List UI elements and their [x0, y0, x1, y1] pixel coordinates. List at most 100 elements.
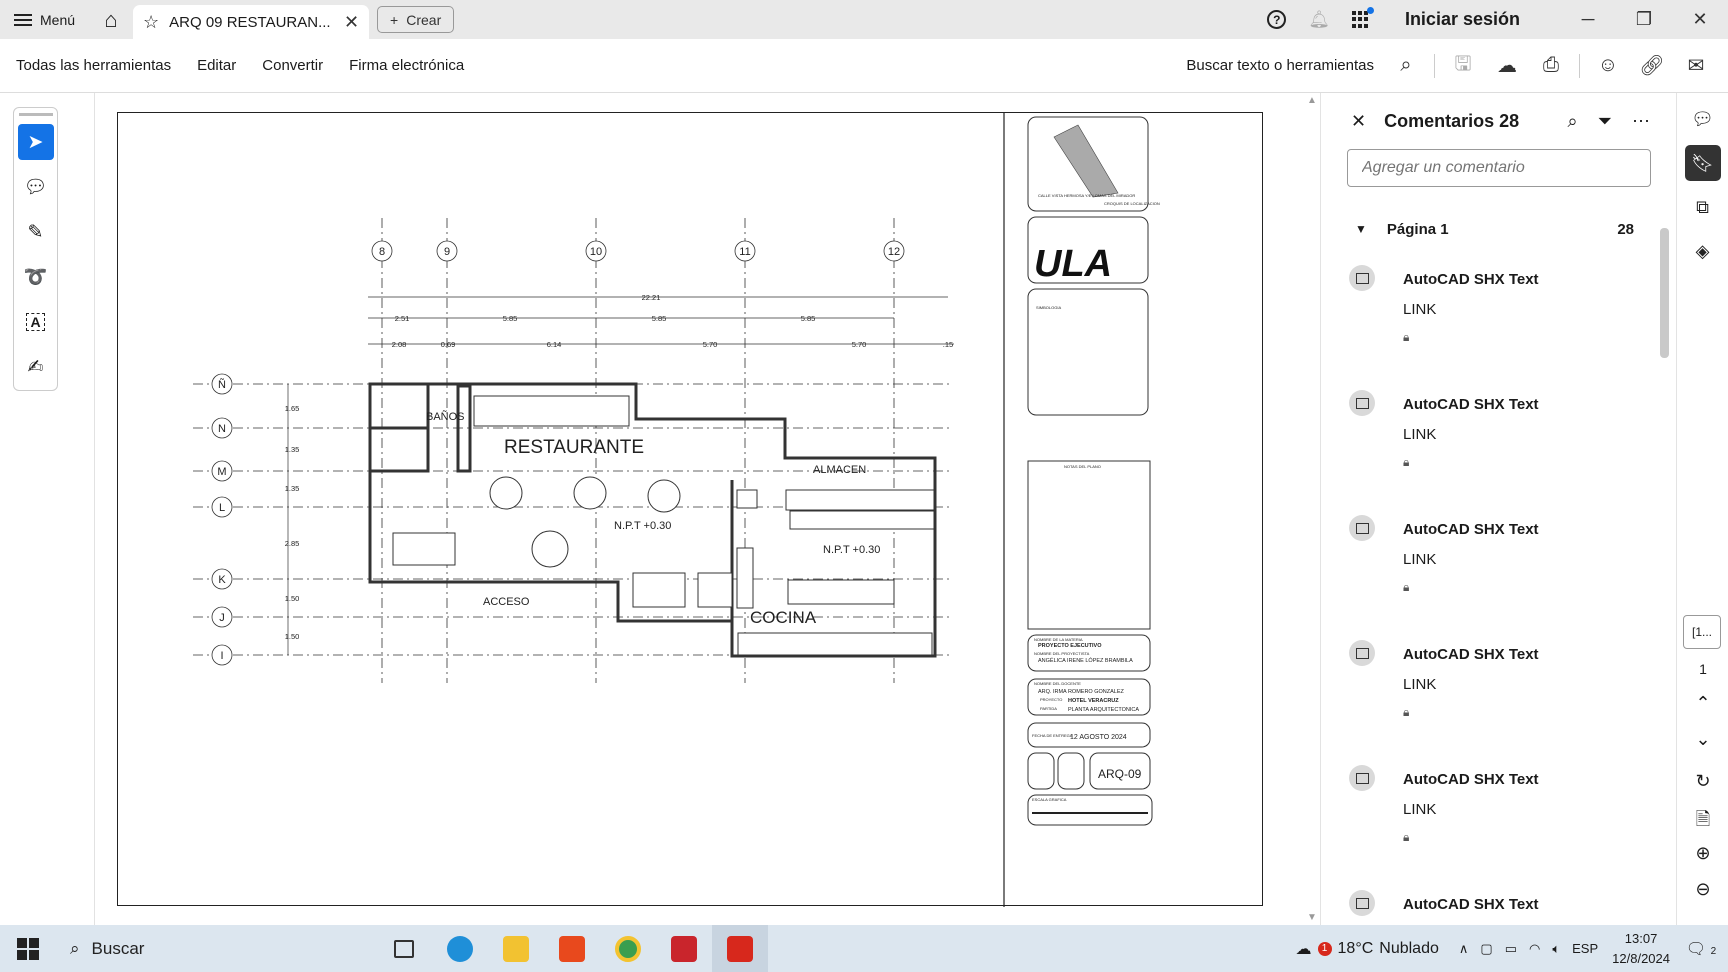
edit-menu[interactable]: Editar [197, 57, 236, 74]
system-tray: ∧ ▢ ▭ ◠ 🔈︎ ESP [1459, 941, 1598, 957]
add-comment-input[interactable] [1347, 149, 1651, 187]
filter-icon[interactable]: ⏷ [1598, 111, 1612, 132]
document-scrollbar[interactable]: ▲ ▼ [1304, 93, 1320, 925]
comment-item[interactable]: AutoCAD SHX Text LINK 🔒︎ [1321, 751, 1676, 876]
link-icon[interactable]: 🔗︎ [1630, 53, 1674, 78]
dim-a4: 5.85 [801, 314, 816, 323]
dim-a1: 2.51 [395, 314, 410, 323]
notifications-button[interactable]: 🗨︎ 2 [1684, 939, 1718, 959]
dim-a3: 5.85 [652, 314, 667, 323]
esign-menu[interactable]: Firma electrónica [349, 57, 464, 74]
search-icon[interactable]: ⌕ [1384, 54, 1428, 77]
page-settings-icon[interactable]: 🗎︎ [1677, 807, 1728, 837]
grid-row-l: L [219, 502, 225, 514]
sign-in-button[interactable]: Iniciar sesión [1405, 9, 1520, 30]
weather-widget[interactable]: ☁︎ 1 18°C Nublado [1296, 939, 1439, 959]
acrobat-app[interactable] [712, 925, 768, 972]
search-icon: ⌕ [70, 938, 80, 958]
materia-label: NOMBRE DE LA MATERIA [1034, 637, 1083, 642]
taskbar-search[interactable]: ⌕ Buscar [56, 925, 376, 972]
create-button[interactable]: + Crear [377, 6, 455, 33]
restore-icon[interactable]: ❐ [1616, 9, 1672, 30]
explorer-app[interactable] [488, 925, 544, 972]
scroll-down-icon[interactable]: ▼ [1307, 912, 1317, 923]
close-tab-icon[interactable]: ✕ [344, 12, 359, 33]
level-marker-1: N.P.T +0.30 [614, 520, 671, 532]
rotate-icon[interactable]: ↻ [1677, 771, 1728, 792]
chevron-down-icon[interactable]: ▼ [1355, 222, 1367, 236]
document-tab[interactable]: ☆ ARQ 09 RESTAURAN... ✕ [133, 5, 370, 39]
chevron-up-icon[interactable]: ∧ [1459, 941, 1469, 957]
comment-item[interactable]: AutoCAD SHX Text LINK 🔒︎ [1321, 376, 1676, 501]
bell-icon[interactable]: 🔔︎ [1308, 10, 1330, 30]
zoom-in-icon[interactable]: ⊕ [1677, 843, 1728, 864]
print-icon[interactable]: ⎙ [1529, 54, 1573, 77]
text-tool[interactable]: A [18, 304, 54, 340]
layers-rail-icon[interactable]: ◈ [1685, 233, 1721, 269]
scroll-up-icon[interactable]: ▲ [1307, 95, 1317, 106]
battery-icon[interactable]: ▭ [1505, 941, 1517, 957]
add-comment-tool[interactable]: 💬︎ [18, 169, 54, 205]
all-tools-menu[interactable]: Todas las herramientas [16, 57, 171, 74]
task-view-button[interactable] [376, 925, 432, 972]
comment-item[interactable]: AutoCAD SHX Text [1321, 876, 1676, 916]
help-icon[interactable]: ? [1267, 10, 1287, 29]
scroll-thumb[interactable] [1660, 228, 1669, 358]
select-tool[interactable]: ➤ [17, 124, 54, 160]
pages-rail-icon[interactable]: ⧉ [1685, 189, 1721, 225]
docente-value: ARQ. IRMA ROMERO GONZALEZ [1038, 689, 1125, 695]
home-icon: ⌂ [104, 6, 118, 32]
highlight-tool[interactable]: ✎ [18, 214, 54, 250]
toolbar-right: Buscar texto o herramientas ⌕ 🖫︎ ☁︎ ⎙ ☺︎… [1186, 39, 1728, 93]
home-button[interactable]: ⌂ [89, 0, 133, 39]
drag-handle[interactable] [18, 113, 53, 116]
dim-r5: 1.50 [285, 594, 300, 603]
star-icon[interactable]: ☆ [143, 12, 159, 33]
prev-page-icon[interactable]: ⌃ [1677, 693, 1728, 714]
comments-scrollbar[interactable] [1657, 218, 1671, 918]
volume-icon[interactable]: 🔈︎ [1552, 941, 1560, 957]
divider [1434, 53, 1435, 78]
bookmarks-rail-icon[interactable]: 🔖︎ [1684, 145, 1721, 181]
share-user-icon[interactable]: ☺︎ [1586, 54, 1630, 77]
loc-street: CALLE VISTA HERMOSA Y/E LOMAS DEL MIRADO… [1038, 193, 1135, 198]
dim-r2: 1.35 [285, 445, 300, 454]
convert-menu[interactable]: Convertir [262, 57, 323, 74]
mail-icon[interactable]: ✉︎ [1674, 53, 1718, 78]
search-tools-label[interactable]: Buscar texto o herramientas [1186, 57, 1374, 74]
edge-app[interactable] [432, 925, 488, 972]
menu-button[interactable]: Menú [0, 0, 89, 39]
page-group-header[interactable]: ▼ Página 1 28 [1321, 207, 1676, 251]
apps-icon[interactable] [1351, 6, 1374, 29]
dim-b1: 2.08 [392, 340, 407, 349]
tab-bar: Menú ⌂ ☆ ARQ 09 RESTAURAN... ✕ + Crear ?… [0, 0, 1728, 39]
search-comments-icon[interactable]: ⌕ [1568, 111, 1578, 132]
sign-tool[interactable]: ✍︎ [18, 349, 54, 385]
room-acceso: ACCESO [483, 596, 530, 608]
close-window-icon[interactable]: ✕ [1672, 9, 1728, 30]
comment-item[interactable]: AutoCAD SHX Text LINK 🔒︎ [1321, 501, 1676, 626]
device-icon[interactable]: ▢ [1480, 941, 1492, 957]
upload-cloud-icon[interactable]: ☁︎ [1485, 53, 1529, 78]
comment-item[interactable]: AutoCAD SHX Text LINK 🔒︎ [1321, 251, 1676, 376]
comments-rail-icon[interactable]: 💬︎ [1685, 101, 1721, 137]
page-number-input[interactable]: [1... [1683, 615, 1721, 649]
acrobat-info-app[interactable] [656, 925, 712, 972]
close-panel-icon[interactable]: ✕ [1351, 111, 1366, 132]
dim-a2: 5.85 [503, 314, 518, 323]
comment-item[interactable]: AutoCAD SHX Text LINK 🔒︎ [1321, 626, 1676, 751]
next-page-icon[interactable]: ⌄ [1677, 729, 1728, 750]
document-viewer[interactable]: 8 9 10 11 12 Ñ N M L K J I 22.21 2.51 5.… [94, 93, 1304, 925]
language-indicator[interactable]: ESP [1572, 941, 1598, 956]
save-icon[interactable]: 🖫︎ [1441, 49, 1485, 83]
more-options-icon[interactable]: ⋯ [1632, 111, 1650, 132]
chrome-app[interactable] [600, 925, 656, 972]
draw-tool[interactable]: ➰ [18, 259, 54, 295]
taskbar-clock[interactable]: 13:07 12/8/2024 [1612, 929, 1670, 969]
windows-start-button[interactable] [0, 925, 56, 972]
office-app[interactable] [544, 925, 600, 972]
zoom-out-icon[interactable]: ⊖ [1677, 879, 1728, 900]
minimize-icon[interactable]: ─ [1560, 9, 1616, 30]
page-group-label: Página 1 [1386, 220, 1449, 238]
wifi-icon[interactable]: ◠ [1529, 941, 1540, 957]
